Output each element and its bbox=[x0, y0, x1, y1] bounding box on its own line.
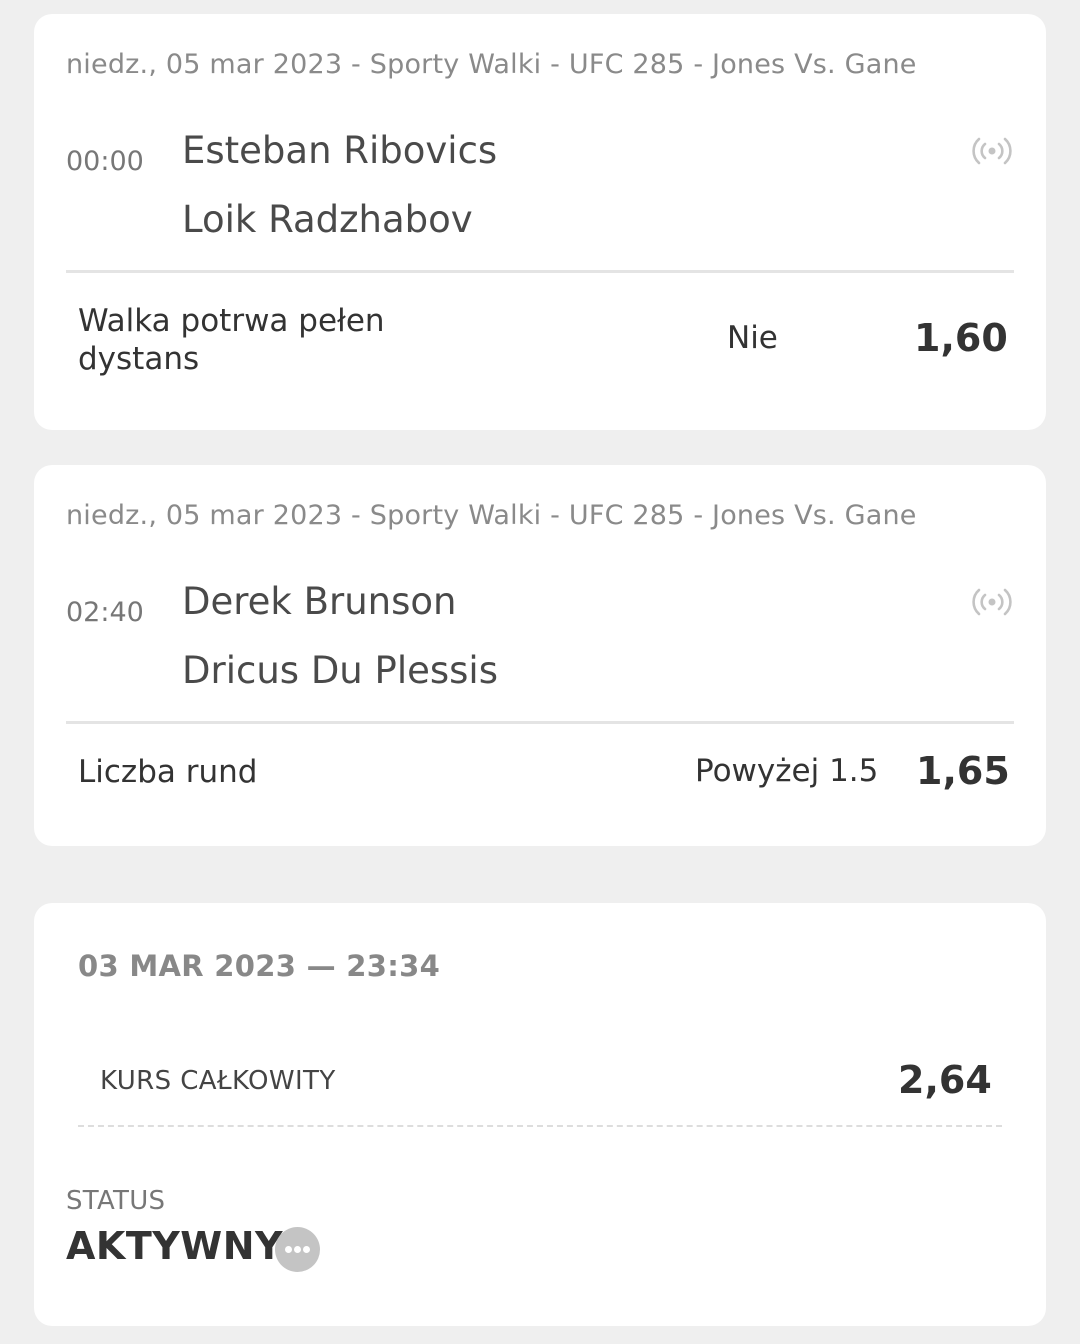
bet-card[interactable]: niedz., 05 mar 2023 - Sporty Walki - UFC… bbox=[34, 465, 1046, 846]
status-label: STATUS bbox=[66, 1186, 166, 1216]
market-name: Liczba rund bbox=[78, 754, 258, 790]
event-time: 00:00 bbox=[66, 146, 144, 177]
dashed-divider bbox=[78, 1125, 1002, 1127]
total-odds-value: 2,64 bbox=[898, 1058, 992, 1102]
live-broadcast-icon bbox=[972, 137, 1012, 165]
bet-card[interactable]: niedz., 05 mar 2023 - Sporty Walki - UFC… bbox=[34, 14, 1046, 430]
competitor-2: Dricus Du Plessis bbox=[182, 649, 498, 692]
market-name: Walka potrwa pełen dystans bbox=[78, 303, 385, 377]
event-meta: niedz., 05 mar 2023 - Sporty Walki - UFC… bbox=[66, 500, 917, 531]
divider bbox=[66, 721, 1014, 724]
event-time: 02:40 bbox=[66, 597, 144, 628]
competitor-1: Esteban Ribovics bbox=[182, 129, 498, 172]
placed-datetime: 03 MAR 2023 — 23:34 bbox=[78, 949, 441, 983]
more-options-icon[interactable] bbox=[275, 1227, 320, 1272]
bet-summary-card: 03 MAR 2023 — 23:34 KURS CAŁKOWITY 2,64 … bbox=[34, 903, 1046, 1326]
selection: Nie bbox=[727, 320, 778, 356]
competitor-1: Derek Brunson bbox=[182, 580, 457, 623]
live-broadcast-icon bbox=[972, 588, 1012, 616]
odds-value: 1,65 bbox=[916, 749, 1010, 793]
divider bbox=[66, 270, 1014, 273]
odds-value: 1,60 bbox=[914, 316, 1008, 360]
event-meta: niedz., 05 mar 2023 - Sporty Walki - UFC… bbox=[66, 49, 917, 80]
selection: Powyżej 1.5 bbox=[695, 753, 879, 789]
status-value: AKTYWNY bbox=[66, 1224, 284, 1268]
competitor-2: Loik Radzhabov bbox=[182, 198, 473, 241]
total-odds-label: KURS CAŁKOWITY bbox=[100, 1066, 336, 1096]
